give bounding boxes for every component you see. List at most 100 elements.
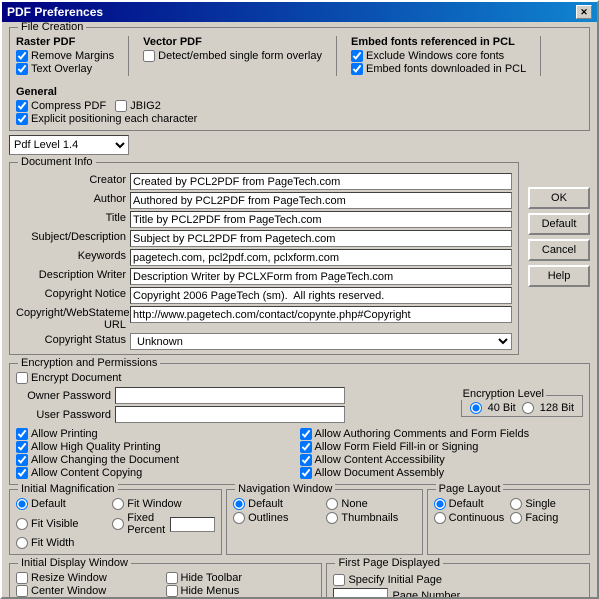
- mag-fit-width-radio[interactable]: [16, 537, 28, 549]
- allow-authoring-row: Allow Authoring Comments and Form Fields: [300, 428, 584, 440]
- allow-authoring-checkbox[interactable]: [300, 428, 312, 440]
- exclude-windows-label: Exclude Windows core fonts: [366, 50, 504, 62]
- pl-continuous-radio[interactable]: [434, 512, 446, 524]
- pl-default-radio[interactable]: [434, 498, 446, 510]
- exclude-windows-checkbox[interactable]: [351, 50, 363, 62]
- compress-pdf-checkbox[interactable]: [16, 100, 28, 112]
- document-info-group: Document Info Creator Author Title Subje…: [9, 162, 519, 355]
- page-number-label: Page Number: [392, 590, 460, 598]
- jbig2-checkbox[interactable]: [115, 100, 127, 112]
- vector-title: Vector PDF: [143, 36, 322, 48]
- allow-content-copying-checkbox[interactable]: [16, 467, 28, 479]
- author-label: Author: [16, 192, 126, 209]
- document-info-label: Document Info: [18, 156, 96, 168]
- help-button[interactable]: Help: [528, 265, 590, 287]
- pl-continuous-label: Continuous: [449, 512, 505, 524]
- allow-content-copying-row: Allow Content Copying: [16, 467, 300, 479]
- owner-password-input[interactable]: [115, 387, 345, 404]
- embed-downloaded-label: Embed fonts downloaded in PCL: [366, 63, 526, 75]
- text-overlay-label: Text Overlay: [31, 63, 92, 75]
- resize-window-row: Resize Window: [16, 572, 144, 584]
- allow-doc-assembly-label: Allow Document Assembly: [315, 467, 445, 479]
- divider3: [540, 36, 541, 76]
- hide-menus-checkbox[interactable]: [166, 585, 178, 597]
- creator-input[interactable]: [130, 173, 512, 190]
- permissions-section: Allow Printing Allow High Quality Printi…: [16, 428, 583, 480]
- author-input[interactable]: [130, 192, 512, 209]
- allow-changing-label: Allow Changing the Document: [31, 454, 179, 466]
- pl-single-radio[interactable]: [510, 498, 522, 510]
- desc-writer-label: Description Writer: [16, 268, 126, 285]
- nav-thumbnails-radio[interactable]: [326, 512, 338, 524]
- file-creation-label: File Creation: [18, 22, 86, 33]
- keywords-input[interactable]: [130, 249, 512, 266]
- encrypt-doc-checkbox[interactable]: [16, 372, 28, 384]
- resize-window-checkbox[interactable]: [16, 572, 28, 584]
- specify-initial-page-checkbox[interactable]: [333, 574, 345, 586]
- enc-128bit-radio[interactable]: [522, 402, 534, 414]
- hide-menus-row: Hide Menus: [166, 585, 280, 597]
- embed-downloaded-checkbox[interactable]: [351, 63, 363, 75]
- mag-fit-visible-radio[interactable]: [16, 518, 28, 530]
- copyright-notice-input[interactable]: [130, 287, 512, 304]
- ok-button[interactable]: OK: [528, 187, 590, 209]
- general-section: General Compress PDF JBIG2 Explicit posi…: [16, 86, 197, 126]
- compress-pdf-row: Compress PDF JBIG2: [16, 100, 197, 112]
- page-number-row: Page Number: [333, 588, 583, 597]
- permissions-left: Allow Printing Allow High Quality Printi…: [16, 428, 300, 480]
- detect-embed-checkbox[interactable]: [143, 50, 155, 62]
- desc-writer-input[interactable]: [130, 268, 512, 285]
- subject-input[interactable]: [130, 230, 512, 247]
- mag-default-radio[interactable]: [16, 498, 28, 510]
- display-options-right: Hide Toolbar Hide Menus Hide Windows Too…: [166, 572, 280, 597]
- allow-changing-row: Allow Changing the Document: [16, 454, 300, 466]
- default-button[interactable]: Default: [528, 213, 590, 235]
- user-password-label: User Password: [16, 409, 111, 421]
- allow-printing-label: Allow Printing: [31, 428, 98, 440]
- copyright-status-select[interactable]: Unknown: [130, 333, 512, 350]
- allow-doc-assembly-checkbox[interactable]: [300, 467, 312, 479]
- mag-default-row: Default: [16, 498, 108, 510]
- allow-printing-checkbox[interactable]: [16, 428, 28, 440]
- explicit-positioning-checkbox[interactable]: [16, 113, 28, 125]
- copyright-url-input[interactable]: [130, 306, 512, 323]
- nav-none-radio[interactable]: [326, 498, 338, 510]
- mag-fixed-pct-row: Fixed Percent: [112, 512, 215, 536]
- mag-fit-window-radio[interactable]: [112, 498, 124, 510]
- pdf-level-select[interactable]: Pdf Level 1.4: [9, 135, 129, 155]
- center-window-row: Center Window: [16, 585, 144, 597]
- explicit-positioning-label: Explicit positioning each character: [31, 113, 197, 125]
- navigation-window-group: Navigation Window Default None Outlines: [226, 489, 423, 555]
- title-input[interactable]: [130, 211, 512, 228]
- mag-fixed-pct-label: Fixed Percent: [127, 512, 165, 536]
- jbig2-label: JBIG2: [130, 100, 161, 112]
- enc-40bit-radio[interactable]: [470, 402, 482, 414]
- page-number-input[interactable]: [333, 588, 388, 597]
- text-overlay-checkbox[interactable]: [16, 63, 28, 75]
- nav-outlines-radio[interactable]: [233, 512, 245, 524]
- first-page-inner: Specify Initial Page Page Number: [333, 574, 583, 597]
- mag-default-label: Default: [31, 498, 66, 510]
- center-window-label: Center Window: [31, 585, 106, 597]
- close-button[interactable]: ✕: [576, 5, 592, 19]
- center-window-checkbox[interactable]: [16, 585, 28, 597]
- pl-facing-radio[interactable]: [510, 512, 522, 524]
- encryption-level-box: Encryption Level 40 Bit 128 Bit: [461, 395, 583, 417]
- resize-window-label: Resize Window: [31, 572, 107, 584]
- allow-content-access-checkbox[interactable]: [300, 454, 312, 466]
- cancel-button[interactable]: Cancel: [528, 239, 590, 261]
- vector-section: Vector PDF Detect/embed single form over…: [143, 36, 322, 76]
- nav-default-radio[interactable]: [233, 498, 245, 510]
- mag-fixed-pct-radio[interactable]: [112, 518, 124, 530]
- user-password-input[interactable]: [115, 406, 345, 423]
- allow-form-fill-checkbox[interactable]: [300, 441, 312, 453]
- fixed-percent-input[interactable]: [170, 517, 215, 532]
- allow-changing-checkbox[interactable]: [16, 454, 28, 466]
- remove-margins-checkbox[interactable]: [16, 50, 28, 62]
- hide-toolbar-checkbox[interactable]: [166, 572, 178, 584]
- bottom-section: Initial Magnification Default Fit Window…: [9, 489, 590, 559]
- allow-hq-printing-checkbox[interactable]: [16, 441, 28, 453]
- mag-fit-visible-row: Fit Visible: [16, 512, 108, 536]
- display-window-label: Initial Display Window: [18, 557, 131, 569]
- magnification-label: Initial Magnification: [18, 483, 118, 495]
